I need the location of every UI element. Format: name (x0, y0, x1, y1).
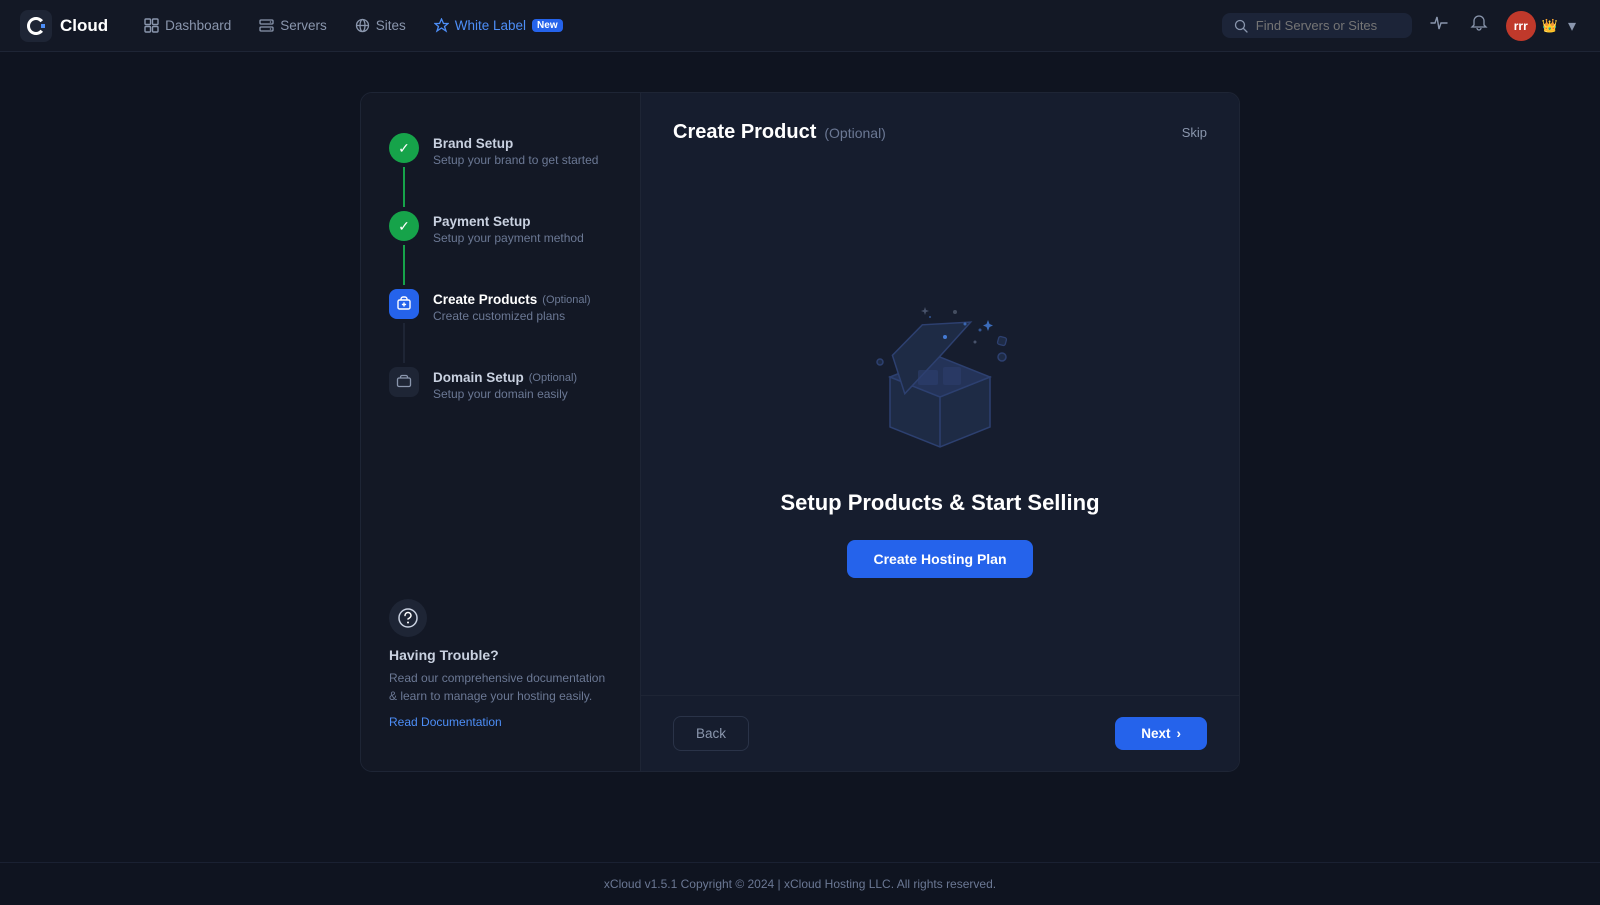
step-products-subtitle: Create customized plans (433, 309, 591, 323)
step-products-title: Create Products (Optional) (433, 292, 591, 307)
connector-1 (403, 167, 405, 207)
right-body: Setup Products & Start Selling Create Ho… (641, 164, 1239, 695)
nav-item-servers[interactable]: Servers (247, 12, 339, 39)
right-panel: Create Product (Optional) Skip (641, 93, 1239, 771)
setup-title: Setup Products & Start Selling (780, 490, 1099, 516)
nav-item-whitelabel[interactable]: White Label New (422, 12, 575, 39)
search-icon (1234, 19, 1248, 33)
step-domain-subtitle: Setup your domain easily (433, 387, 577, 401)
step-payment-setup: ✓ Payment Setup Setup your payment metho… (389, 211, 612, 289)
nav-item-dashboard[interactable]: Dashboard (132, 12, 243, 39)
box-illustration (850, 282, 1030, 462)
nav-items: Dashboard Servers Sites White Label (132, 12, 1214, 39)
step-list: ✓ Brand Setup Setup your brand to get st… (389, 133, 612, 569)
whitelabel-badge: New (532, 19, 563, 32)
step-payment-subtitle: Setup your payment method (433, 231, 584, 245)
nav-right: rrr 👑 ▾ (1222, 10, 1580, 41)
page-footer: xCloud v1.5.1 Copyright © 2024 | xCloud … (0, 862, 1600, 905)
logo-text: Cloud (60, 16, 108, 36)
step-brand-setup: ✓ Brand Setup Setup your brand to get st… (389, 133, 612, 211)
step-create-products: Create Products (Optional) Create custom… (389, 289, 612, 367)
crown-icon: 👑 (1542, 18, 1558, 34)
whitelabel-icon (434, 18, 449, 33)
logo-icon (20, 10, 52, 42)
right-header: Create Product (Optional) Skip (641, 93, 1239, 164)
help-description: Read our comprehensive documentation & l… (389, 669, 612, 705)
step-brand-icon: ✓ (389, 133, 419, 163)
step-products-icon (389, 289, 419, 319)
dashboard-icon (144, 18, 159, 33)
step-brand-subtitle: Setup your brand to get started (433, 153, 598, 167)
step-domain-icon (389, 367, 419, 397)
user-menu[interactable]: rrr 👑 ▾ (1506, 11, 1580, 41)
topnav: Cloud Dashboard Servers (0, 0, 1600, 52)
help-title: Having Trouble? (389, 647, 612, 663)
next-chevron-icon: › (1177, 726, 1182, 741)
step-payment-title: Payment Setup (433, 214, 584, 229)
back-button[interactable]: Back (673, 716, 749, 751)
pulse-icon[interactable] (1426, 10, 1452, 41)
search-input[interactable] (1256, 18, 1400, 33)
help-section: Having Trouble? Read our comprehensive d… (389, 569, 612, 731)
wizard-container: ✓ Brand Setup Setup your brand to get st… (360, 92, 1240, 772)
nav-item-sites[interactable]: Sites (343, 12, 418, 39)
create-hosting-plan-button[interactable]: Create Hosting Plan (847, 540, 1032, 578)
help-icon (389, 599, 427, 637)
main-content: ✓ Brand Setup Setup your brand to get st… (0, 52, 1600, 862)
connector-2 (403, 245, 405, 285)
user-chevron-icon: ▾ (1564, 12, 1580, 40)
avatar: rrr (1506, 11, 1536, 41)
skip-link[interactable]: Skip (1182, 125, 1207, 140)
servers-icon (259, 18, 274, 33)
next-button[interactable]: Next › (1115, 717, 1207, 750)
notification-icon[interactable] (1466, 10, 1492, 41)
logo[interactable]: Cloud (20, 10, 108, 42)
left-panel: ✓ Brand Setup Setup your brand to get st… (361, 93, 641, 771)
search-box[interactable] (1222, 13, 1412, 38)
step-brand-title: Brand Setup (433, 136, 598, 151)
right-footer: Back Next › (641, 695, 1239, 771)
step-payment-icon: ✓ (389, 211, 419, 241)
page-title: Create Product (Optional) (673, 121, 886, 144)
step-domain-setup: Domain Setup (Optional) Setup your domai… (389, 367, 612, 401)
connector-3 (403, 323, 405, 363)
sites-icon (355, 18, 370, 33)
help-link[interactable]: Read Documentation (389, 715, 502, 729)
step-domain-title: Domain Setup (Optional) (433, 370, 577, 385)
footer-version: xCloud v1.5.1 (604, 877, 677, 891)
